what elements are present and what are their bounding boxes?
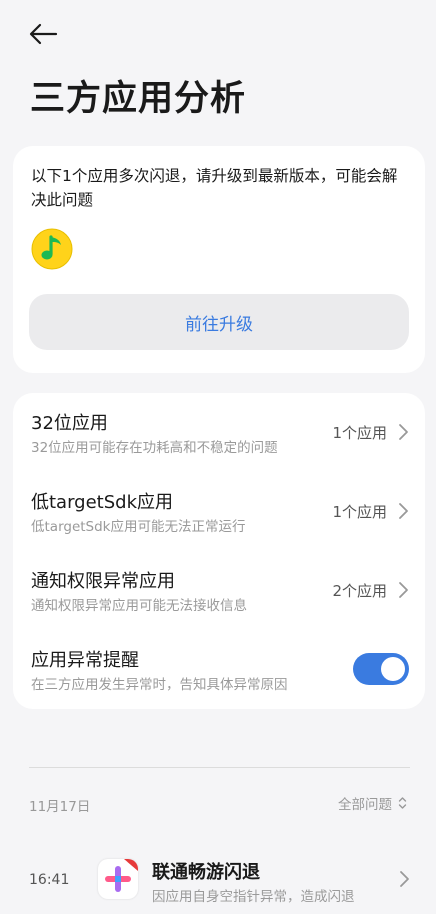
list-item-32bit-apps[interactable]: 32位应用 32位应用可能存在功耗高和不稳定的问题 1个应用 bbox=[13, 393, 425, 472]
list-item-value: 2个应用 bbox=[332, 582, 387, 600]
list-item-title: 通知权限异常应用 bbox=[31, 571, 175, 592]
history-date: 11月17日 bbox=[29, 799, 91, 815]
up-down-chevron-icon bbox=[398, 797, 407, 809]
list-item-value: 1个应用 bbox=[332, 424, 387, 442]
upgrade-button[interactable]: 前往升级 bbox=[29, 294, 409, 350]
list-item-value: 1个应用 bbox=[332, 503, 387, 521]
event-time: 16:41 bbox=[29, 872, 70, 888]
back-button[interactable] bbox=[26, 20, 60, 48]
arrow-left-icon bbox=[29, 23, 58, 45]
toggle-knob bbox=[381, 657, 405, 681]
list-item-title: 32位应用 bbox=[31, 413, 108, 434]
list-item-subtitle: 低targetSdk应用可能无法正常运行 bbox=[31, 519, 246, 535]
upgrade-message: 以下1个应用多次闪退，请升级到最新版本，可能会解决此问题 bbox=[31, 167, 398, 209]
unicom-app-icon bbox=[98, 859, 138, 899]
list-item-title: 低targetSdk应用 bbox=[31, 492, 174, 513]
event-subtitle: 因应用自身空指针异常，造成闪退 bbox=[152, 889, 355, 905]
filter-dropdown[interactable]: 全部问题 bbox=[338, 793, 407, 813]
event-row[interactable]: 16:41 联通畅游闪退 因应用自身空指针异常，造成闪退 bbox=[0, 850, 436, 914]
filter-label: 全部问题 bbox=[338, 797, 392, 813]
settings-list-card: 32位应用 32位应用可能存在功耗高和不稳定的问题 1个应用 低targetSd… bbox=[13, 393, 425, 709]
list-item-subtitle: 在三方应用发生异常时，告知具体异常原因 bbox=[31, 677, 288, 693]
chevron-right-icon bbox=[399, 424, 408, 440]
list-item-subtitle: 通知权限异常应用可能无法接收信息 bbox=[31, 598, 247, 614]
list-item-low-targetsdk[interactable]: 低targetSdk应用 低targetSdk应用可能无法正常运行 1个应用 bbox=[13, 472, 425, 551]
event-title: 联通畅游闪退 bbox=[152, 862, 260, 883]
chevron-right-icon bbox=[399, 582, 408, 598]
divider bbox=[29, 767, 410, 768]
list-item-notification-permission[interactable]: 通知权限异常应用 通知权限异常应用可能无法接收信息 2个应用 bbox=[13, 551, 425, 630]
page-title: 三方应用分析 bbox=[30, 79, 247, 119]
upgrade-card: 以下1个应用多次闪退，请升级到最新版本，可能会解决此问题 前往升级 bbox=[13, 146, 425, 373]
chevron-right-icon bbox=[400, 871, 409, 887]
list-item-subtitle: 32位应用可能存在功耗高和不稳定的问题 bbox=[31, 440, 278, 456]
list-item-title: 应用异常提醒 bbox=[31, 650, 139, 671]
exception-alert-toggle[interactable] bbox=[353, 653, 409, 685]
chevron-right-icon bbox=[399, 503, 408, 519]
qq-music-icon bbox=[31, 228, 73, 270]
